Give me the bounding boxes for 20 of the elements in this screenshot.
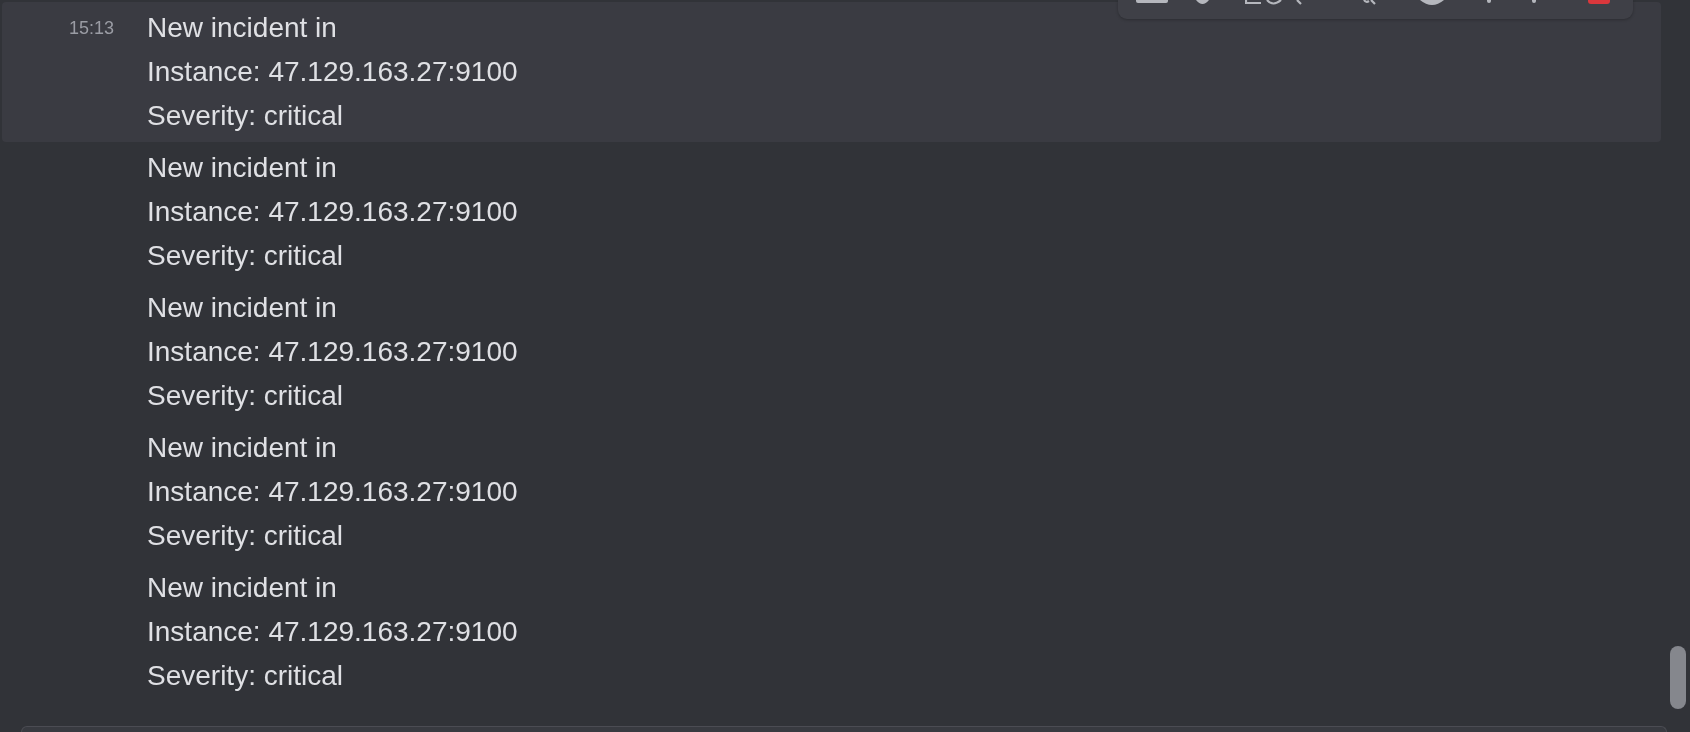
message-line: New incident in — [147, 431, 337, 465]
message-line: New incident in — [147, 151, 337, 185]
message-line: New incident in — [147, 571, 337, 605]
search-icon[interactable] — [1363, 0, 1376, 5]
message-line: New incident in — [147, 291, 337, 325]
scrollbar-thumb[interactable] — [1670, 646, 1686, 709]
arc-icon[interactable] — [1245, 0, 1303, 5]
message-line: Instance: 47.129.163.27:9100 — [147, 615, 518, 649]
message-line: Instance: 47.129.163.27:9100 — [147, 475, 518, 509]
message-line: Severity: critical — [147, 239, 344, 273]
message-line: Severity: critical — [147, 379, 344, 413]
message-line: Instance: 47.129.163.27:9100 — [147, 195, 518, 229]
message-timestamp: 15:13 — [69, 17, 115, 40]
message-line: Severity: critical — [147, 99, 344, 133]
message-line: New incident in — [147, 11, 337, 45]
message-input-field[interactable] — [21, 726, 1667, 732]
message-line: Instance: 47.129.163.27:9100 — [147, 55, 518, 89]
message-line: Severity: critical — [147, 519, 344, 553]
message-line: Severity: critical — [147, 659, 344, 693]
message-line: Instance: 47.129.163.27:9100 — [147, 335, 518, 369]
